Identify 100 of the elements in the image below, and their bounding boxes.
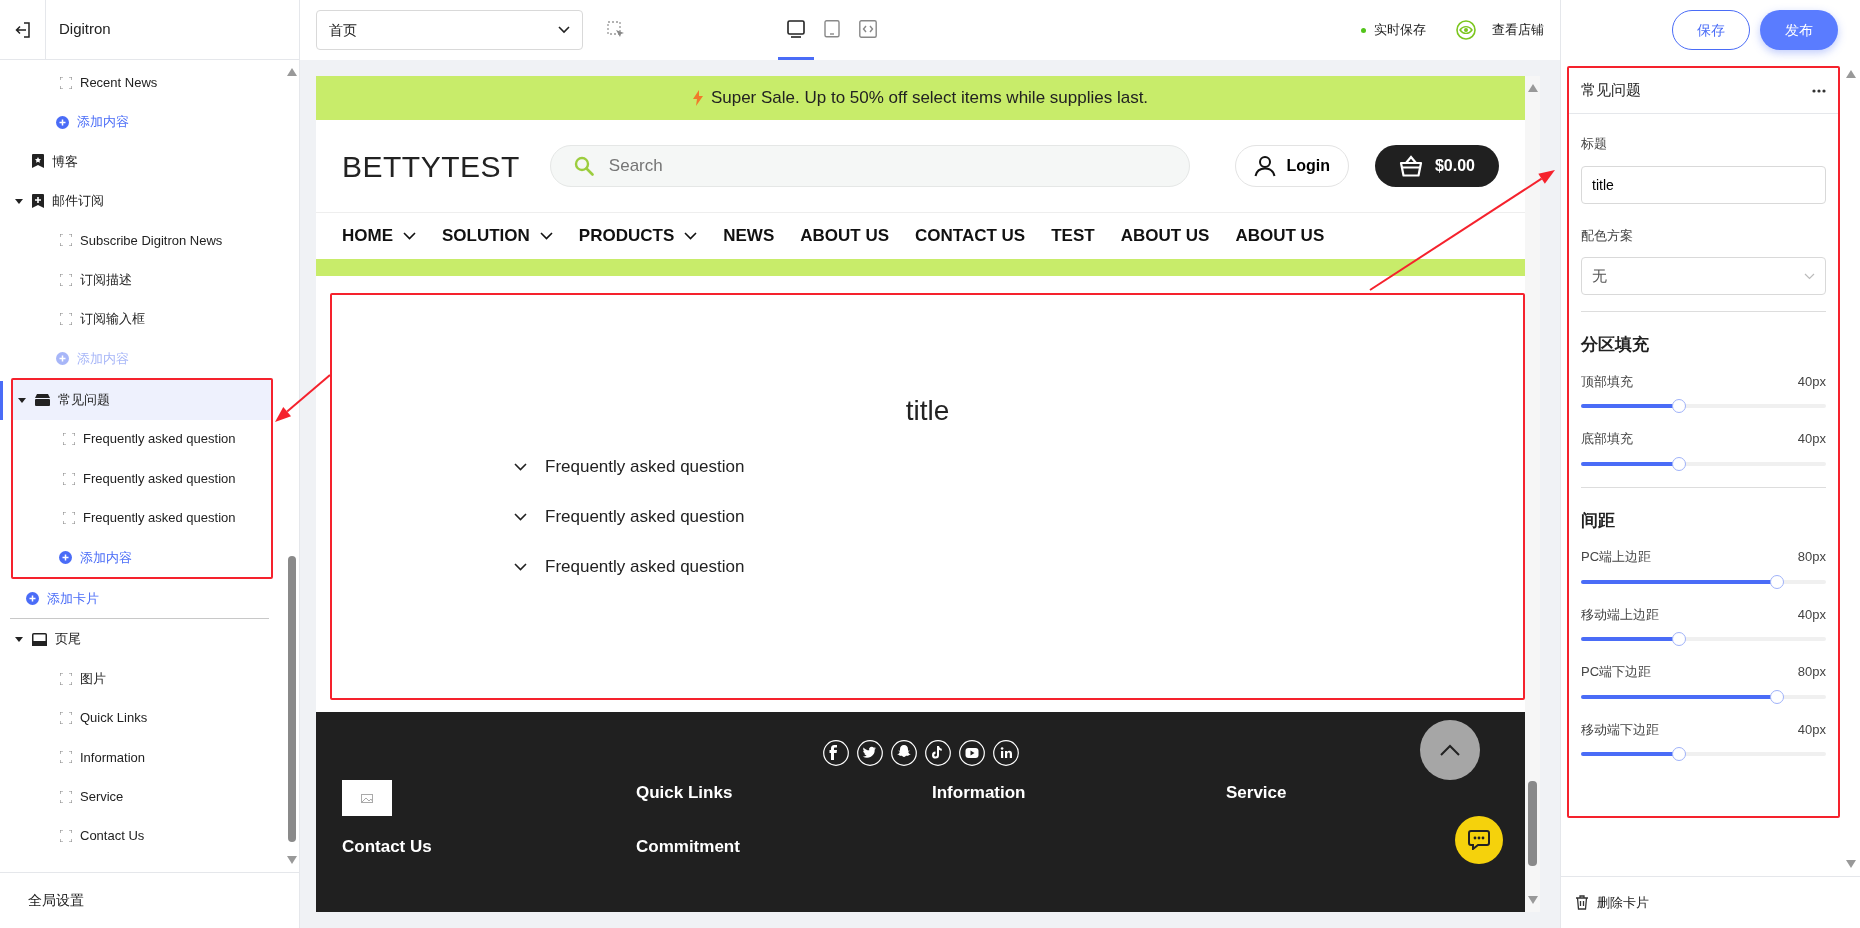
slider-value: 40px	[1797, 605, 1826, 624]
slider[interactable]	[1581, 632, 1826, 646]
slider-label: 移动端下边距	[1581, 720, 1659, 739]
store-logo[interactable]: BETTYTEST	[342, 143, 520, 189]
ghost-icon[interactable]	[890, 740, 917, 766]
slider-thumb[interactable]	[1672, 399, 1686, 413]
status-dot-icon	[1361, 27, 1366, 33]
in-icon[interactable]	[992, 740, 1019, 766]
play-icon[interactable]	[958, 740, 985, 766]
tree-item[interactable]: 订阅输入框	[10, 299, 269, 339]
view-store-link[interactable]: 查看店铺	[1492, 20, 1544, 40]
tree-item[interactable]: Frequently asked question	[13, 458, 271, 499]
slider-label: PC端下边距	[1581, 663, 1652, 681]
page-select[interactable]: 首页	[316, 10, 583, 50]
slider-value: 40px	[1797, 372, 1826, 391]
title-input[interactable]: title	[1581, 165, 1826, 204]
nav-link[interactable]: ABOUT US	[1235, 223, 1325, 249]
faq-question[interactable]: Frequently asked question	[514, 546, 745, 588]
exit-icon[interactable]	[14, 21, 31, 38]
slider[interactable]	[1581, 456, 1826, 471]
scroll-up-icon[interactable]	[1846, 70, 1856, 78]
slider-thumb[interactable]	[1672, 632, 1686, 646]
scroll-down-icon[interactable]	[1846, 860, 1856, 868]
add-icon	[56, 351, 69, 365]
slider-value: 80px	[1797, 663, 1826, 681]
delete-card-button[interactable]: 删除卡片	[1561, 876, 1860, 928]
faq-question[interactable]: Frequently asked question	[514, 496, 745, 538]
slider-thumb[interactable]	[1672, 456, 1686, 471]
slider-value: 40px	[1797, 430, 1826, 448]
block-icon	[60, 790, 72, 803]
color-scheme-select[interactable]: 无	[1581, 257, 1826, 295]
scroll-down-icon[interactable]	[287, 856, 297, 864]
slider-label: 底部填充	[1581, 430, 1633, 448]
twitter-icon[interactable]	[856, 740, 883, 766]
facebook-icon[interactable]	[822, 740, 849, 766]
desktop-icon	[787, 19, 805, 38]
tree-item[interactable]: Quick Links	[10, 698, 269, 738]
scroll-down-icon[interactable]	[1527, 896, 1538, 904]
tree-section[interactable]: 博客	[10, 141, 269, 182]
slider-thumb[interactable]	[1770, 574, 1784, 589]
block-icon	[63, 433, 75, 446]
caret-down-icon[interactable]	[18, 395, 26, 404]
scrollbar[interactable]	[1525, 76, 1540, 912]
slider[interactable]	[1581, 747, 1826, 761]
nav-link[interactable]: CONTACT US	[915, 223, 1026, 249]
slider[interactable]	[1581, 399, 1826, 413]
panel-title: 常见问题	[1581, 80, 1641, 101]
drawer-icon	[35, 393, 50, 406]
nav-link[interactable]: NEWS	[723, 223, 775, 249]
nav-link[interactable]: ABOUT US	[1120, 223, 1210, 249]
more-icon[interactable]	[1812, 88, 1826, 93]
block-icon	[60, 313, 72, 326]
block-icon	[60, 751, 72, 764]
tree-item[interactable]: 图片	[10, 658, 269, 699]
slider[interactable]	[1581, 689, 1826, 704]
music-note-icon[interactable]	[924, 740, 951, 766]
publish-button[interactable]: 发布	[1760, 10, 1838, 50]
save-button[interactable]: 保存	[1672, 10, 1750, 50]
tree-item[interactable]: Contact Us	[10, 816, 269, 856]
cart-button[interactable]: $0.00	[1374, 145, 1499, 187]
tree-section[interactable]: 邮件订阅	[10, 181, 269, 221]
tree-item[interactable]: 订阅描述	[10, 259, 269, 300]
chat-bubble-icon	[1468, 830, 1490, 850]
add-content-link[interactable]: 添加内容	[13, 537, 271, 578]
tree-item[interactable]: Service	[10, 777, 269, 817]
scroll-up-icon[interactable]	[1527, 84, 1538, 92]
tree-item[interactable]: Recent News	[10, 63, 269, 103]
user-icon	[1254, 155, 1277, 177]
search-field[interactable]: Search	[549, 145, 1190, 187]
slider-thumb[interactable]	[1770, 689, 1784, 704]
code-icon	[859, 19, 877, 38]
tree-item[interactable]: Subscribe Digitron News	[10, 220, 269, 260]
tree-section[interactable]: 常见问题	[13, 380, 271, 420]
nav-link[interactable]: PRODUCTS	[578, 223, 698, 249]
tree-item[interactable]: Frequently asked question	[13, 419, 271, 459]
tree-item[interactable]: Information	[10, 737, 269, 778]
caret-down-icon[interactable]	[15, 196, 23, 205]
add-card-link[interactable]: 添加卡片	[10, 579, 269, 619]
login-button[interactable]: Login	[1235, 145, 1349, 187]
tree-item[interactable]: Frequently asked question	[13, 498, 271, 538]
tree-section[interactable]: 页尾	[10, 619, 269, 659]
nav-link[interactable]: HOME	[342, 223, 416, 249]
selection-indicator	[0, 380, 3, 420]
slider[interactable]	[1581, 574, 1826, 589]
faq-question[interactable]: Frequently asked question	[514, 446, 745, 488]
section-heading: 间距	[1581, 509, 1616, 532]
nav-link[interactable]: TEST	[1051, 223, 1095, 249]
eye-icon[interactable]	[1456, 20, 1476, 40]
scrollbar-thumb[interactable]	[288, 556, 296, 842]
scroll-up-icon[interactable]	[287, 68, 297, 76]
slider-thumb[interactable]	[1672, 747, 1686, 761]
global-settings-link[interactable]: 全局设置	[28, 890, 84, 911]
chevron-down-icon	[514, 463, 527, 471]
caret-down-icon[interactable]	[15, 635, 23, 644]
select-area-icon[interactable]	[607, 21, 625, 39]
scrollbar-thumb[interactable]	[1528, 781, 1537, 866]
nav-link[interactable]: ABOUT US	[800, 223, 890, 249]
add-content-link[interactable]: 添加内容	[10, 102, 269, 142]
bookmark-plus-icon	[32, 193, 44, 208]
nav-link[interactable]: SOLUTION	[442, 223, 553, 249]
